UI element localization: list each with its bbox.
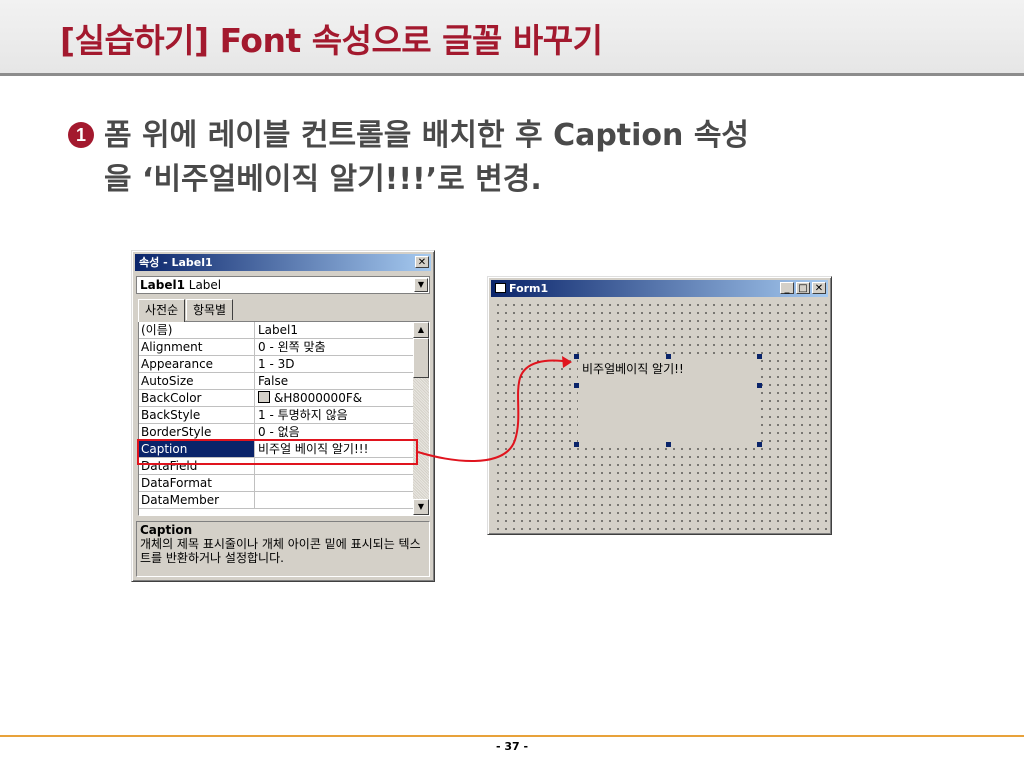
connector-arrow (417, 356, 572, 463)
tab-alphabetic[interactable]: 사전순 (138, 299, 186, 322)
arrow-head-icon (562, 356, 572, 368)
connector-arrow-path (417, 359, 571, 463)
footer-line (0, 735, 1024, 737)
page-number: - 37 - (495, 740, 529, 753)
